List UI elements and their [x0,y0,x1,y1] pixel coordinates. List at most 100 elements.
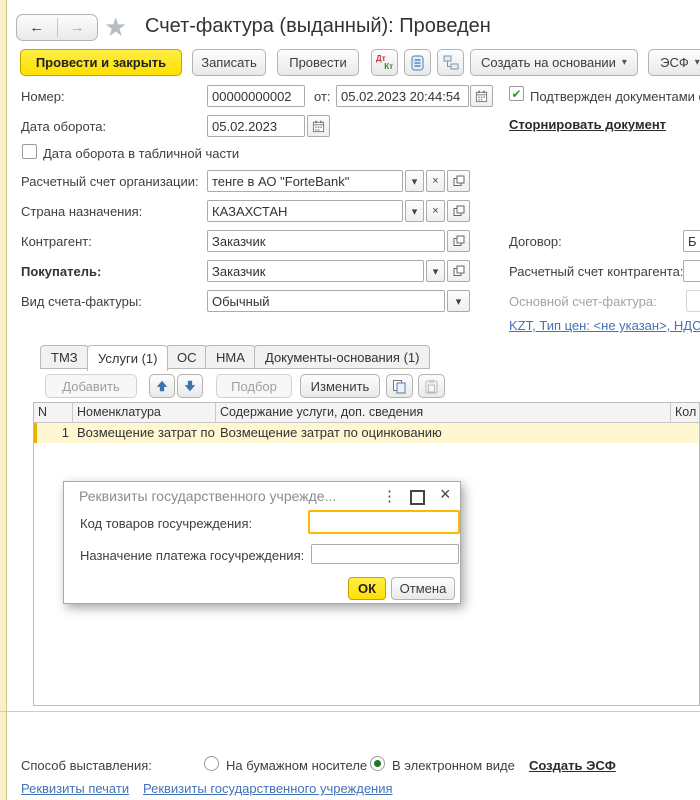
buyer-dropdown-button[interactable]: ▾ [426,260,445,282]
move-row-down-button[interactable] [177,374,203,398]
pick-button[interactable]: Подбор [216,374,292,398]
structure-icon [443,55,459,71]
counterparty-label: Контрагент: [21,234,92,249]
counterparty-account-input[interactable] [683,260,700,282]
org-account-label: Расчетный счет организации: [21,174,199,189]
calendar-icon [475,90,488,103]
dialog-close-button[interactable]: × [440,484,451,505]
forward-button[interactable]: → [58,15,98,40]
invoice-kind-label: Вид счета-фактуры: [21,294,142,309]
chevron-down-icon: ▾ [456,295,462,308]
payment-purpose-label: Назначение платежа госучреждения: [80,548,304,563]
column-header-service-content[interactable]: Содержание услуги, доп. сведения [216,403,671,422]
copy-rows-button[interactable] [386,374,413,398]
storno-document-link[interactable]: Сторнировать документ [509,117,666,132]
footer-separator [0,711,700,712]
gov-institution-details-link[interactable]: Реквизиты государственного учреждения [143,781,393,796]
tab-tmz[interactable]: ТМЗ [40,345,89,369]
dialog-maximize-button[interactable] [410,490,425,505]
payment-purpose-input[interactable] [311,544,459,564]
clear-icon: × [432,175,438,187]
create-esf-link[interactable]: Создать ЭСФ [529,758,616,773]
cell-service-content: Возмещение затрат по оцинкованию [216,423,671,443]
register-list-icon [410,55,425,71]
destination-country-label: Страна назначения: [21,204,142,219]
tab-nma[interactable]: НМА [205,345,256,369]
esf-menu-button[interactable]: ЭСФ ▾ [648,49,700,76]
contract-label: Договор: [509,234,562,249]
move-row-up-button[interactable] [149,374,175,398]
goods-code-input[interactable] [308,510,460,534]
chevron-down-icon: ▾ [433,265,439,278]
cell-quantity [671,423,699,443]
issue-method-label: Способ выставления: [21,758,152,773]
turnover-date-in-table-checkbox[interactable] [22,144,37,159]
check-icon: ✔ [511,88,521,100]
forward-arrow-icon: → [70,19,85,36]
table-header-row: N Номенклатура Содержание услуги, доп. с… [34,403,699,423]
create-on-basis-button[interactable]: Создать на основании ▾ [470,49,638,76]
tab-os[interactable]: ОС [166,345,208,369]
buyer-open-button[interactable] [447,260,470,282]
country-open-button[interactable] [447,200,470,222]
turnover-date-calendar-button[interactable] [307,115,330,137]
arrow-down-icon [183,379,197,393]
ok-button[interactable]: ОК [348,577,386,600]
paste-rows-button[interactable] [418,374,445,398]
tab-services[interactable]: Услуги (1) [87,345,168,371]
post-and-close-button[interactable]: Провести и закрыть [20,49,182,76]
main-invoice-input[interactable] [686,290,700,312]
register-records-button[interactable] [404,49,431,76]
open-form-icon [453,205,465,217]
edit-row-button[interactable]: Изменить [300,374,380,398]
goods-code-label: Код товаров госучреждения: [80,516,252,531]
invoice-kind-input[interactable] [207,290,445,312]
column-header-nomenclature[interactable]: Номенклатура [73,403,216,422]
write-button[interactable]: Записать [192,49,266,76]
chevron-down-icon: ▾ [412,175,418,188]
turnover-date-input[interactable] [207,115,305,137]
country-clear-button[interactable]: × [426,200,445,222]
column-header-quantity[interactable]: Кол [671,403,699,422]
confirmed-by-documents-checkbox[interactable]: ✔ [509,86,524,101]
related-documents-button[interactable] [437,49,464,76]
org-account-clear-button[interactable]: × [426,170,445,192]
clear-icon: × [432,205,438,217]
country-dropdown-button[interactable]: ▾ [405,200,424,222]
price-type-settings-link[interactable]: KZT, Тип цен: <не указан>, НДС ( [509,318,700,333]
back-button[interactable]: ← [17,15,57,40]
dt-kt-postings-button[interactable]: Дт Кт [371,49,398,76]
open-form-icon [453,265,465,277]
buyer-input[interactable] [207,260,424,282]
form-left-accent-strip [0,0,7,800]
counterparty-input[interactable] [207,230,445,252]
destination-country-input[interactable] [207,200,403,222]
document-date-calendar-button[interactable] [470,85,493,107]
contract-input[interactable] [683,230,700,252]
table-row[interactable]: 1 Возмещение затрат по оци... Возмещение… [34,423,699,443]
invoice-kind-dropdown-button[interactable]: ▾ [447,290,470,312]
paper-radio-label: На бумажном носителе [226,758,367,773]
counterparty-account-label: Расчетный счет контрагента: [509,264,683,279]
add-row-button[interactable]: Добавить [45,374,137,398]
print-details-link[interactable]: Реквизиты печати [21,781,129,796]
electronic-radio[interactable] [370,756,385,771]
invoice-document-window: ← → ★ Счет-фактура (выданный): Проведен … [0,0,700,800]
counterparty-open-button[interactable] [447,230,470,252]
open-form-icon [453,175,465,187]
tab-basis-documents[interactable]: Документы-основания (1) [254,345,430,369]
favorites-star-icon[interactable]: ★ [104,12,127,43]
org-account-open-button[interactable] [447,170,470,192]
document-date-input[interactable] [336,85,469,107]
org-account-input[interactable] [207,170,403,192]
number-label: Номер: [21,89,65,104]
org-account-dropdown-button[interactable]: ▾ [405,170,424,192]
cancel-button[interactable]: Отмена [391,577,455,600]
column-header-n[interactable]: N [34,403,73,422]
kebab-menu-icon: ⋮ [382,488,397,505]
esf-label: ЭСФ [660,55,689,70]
number-input[interactable] [207,85,305,107]
dialog-menu-button[interactable]: ⋮ [382,487,397,505]
post-button[interactable]: Провести [277,49,359,76]
paper-radio[interactable] [204,756,219,771]
